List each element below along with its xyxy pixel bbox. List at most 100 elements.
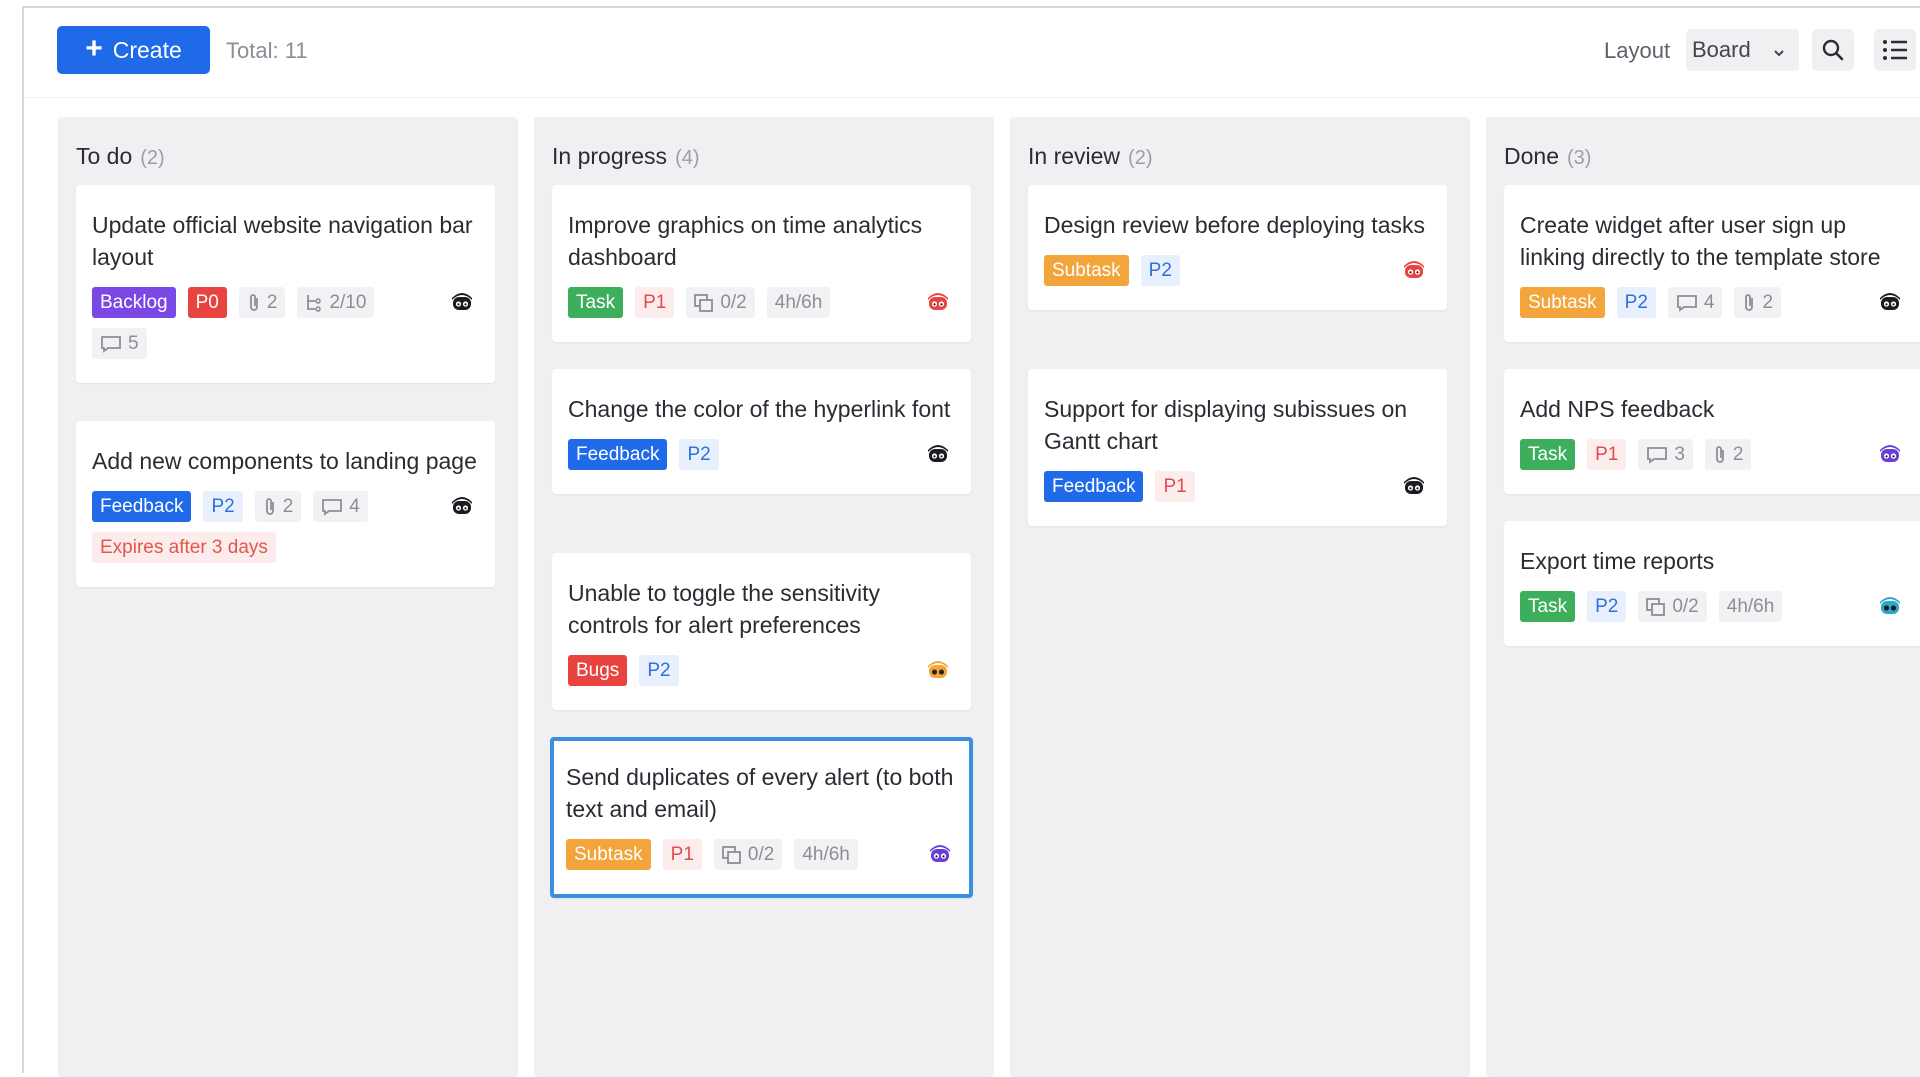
column-title: In progress <box>552 143 668 169</box>
task-tag: Task <box>1520 439 1576 470</box>
task-card[interactable]: Unable to toggle the sensitivity control… <box>552 553 971 710</box>
p1-tag: P1 <box>662 839 702 870</box>
tag-label: 2 <box>1762 292 1774 313</box>
kanban-board: To do (2) Update official website navigati… <box>40 117 1920 1077</box>
column-header: In progress (4) <box>552 143 700 170</box>
tag-label: Feedback <box>1052 476 1136 497</box>
tag-label: 4h/6h <box>774 292 823 313</box>
feedback-tag: Feedback <box>568 439 668 470</box>
tag-label: P1 <box>643 292 667 313</box>
tag-label: Feedback <box>576 444 660 465</box>
tag-label: P1 <box>670 844 694 865</box>
feedback-tag: Feedback <box>92 491 192 522</box>
tag-label: Task <box>1528 596 1568 617</box>
attachment-count: 2 <box>1734 287 1782 318</box>
attachment-icon <box>1742 293 1756 313</box>
p2-tag: P2 <box>639 655 679 686</box>
task-card[interactable]: Add new components to landing page Feedba… <box>76 421 495 587</box>
card-title: Send duplicates of every alert (to both … <box>566 764 954 822</box>
search-button[interactable] <box>1812 29 1854 71</box>
card-tags: Backlog P0 2 2/10 5 <box>92 287 479 359</box>
column-to-do: To do (2) Update official website navigati… <box>58 117 518 1077</box>
tag-label: 2 <box>282 496 294 517</box>
assignee-avatar[interactable] <box>925 657 951 683</box>
time-estimate: 4h/6h <box>1718 591 1783 622</box>
comment-icon <box>100 335 122 353</box>
task-card[interactable]: Design review before deploying tasks Subt… <box>1028 185 1447 310</box>
comment-icon <box>321 498 343 516</box>
card-title: Add new components to landing page <box>92 448 477 474</box>
tag-label: P2 <box>687 444 711 465</box>
tag-label: P2 <box>1595 596 1619 617</box>
tag-label: 4 <box>349 496 360 517</box>
card-title: Unable to toggle the sensitivity control… <box>568 580 880 638</box>
copy-count: 0/2 <box>686 287 755 318</box>
task-card[interactable]: Support for displaying subissues on Gant… <box>1028 369 1447 526</box>
column-count: (2) <box>1128 147 1153 169</box>
attachment-count: 2 <box>1704 439 1752 470</box>
task-card[interactable]: Export time reports Task P2 0/2 4h/6h <box>1504 521 1920 646</box>
task-card[interactable]: Send duplicates of every alert (to both … <box>550 737 973 898</box>
copy-icon <box>1646 597 1666 616</box>
tag-label: P2 <box>1624 292 1648 313</box>
p2-tag: P2 <box>1587 591 1627 622</box>
tag-label: 4 <box>1703 292 1715 313</box>
card-title: Improve graphics on time analytics dashb… <box>568 212 923 270</box>
backlog-tag: Backlog <box>92 287 176 318</box>
p1-tag: P1 <box>1155 471 1195 502</box>
card-tags: Bugs P2 <box>568 655 955 686</box>
task-card[interactable]: Update official website navigation bar l… <box>76 185 495 383</box>
layout-select-value: Board <box>1692 37 1751 62</box>
feedback-tag: Feedback <box>1044 471 1144 502</box>
subtask-tag: Subtask <box>1520 287 1605 318</box>
tag-label: Task <box>1528 444 1568 465</box>
task-card[interactable]: Change the color of the hyperlink font Fe… <box>552 369 971 494</box>
app-frame: + Create Total: 11 Layout Board To do (2)… <box>22 6 1920 1077</box>
assignee-avatar[interactable] <box>449 289 475 315</box>
assignee-avatar[interactable] <box>927 841 953 867</box>
card-tags: Subtask P1 0/2 4h/6h <box>566 839 957 870</box>
assignee-avatar[interactable] <box>1877 593 1903 619</box>
card-title: Export time reports <box>1520 548 1715 574</box>
card-title: Change the color of the hyperlink font <box>568 396 951 422</box>
assignee-avatar[interactable] <box>1877 441 1903 467</box>
tag-label: Feedback <box>100 496 184 517</box>
card-tags: Feedback P2 2 4 Expires after 3 days <box>92 491 479 563</box>
attachment-icon <box>247 293 261 313</box>
attachment-count: 2 <box>254 491 302 522</box>
comment-icon <box>1676 294 1698 312</box>
task-card[interactable]: Add NPS feedback Task P1 3 2 <box>1504 369 1920 494</box>
attachment-icon <box>263 497 277 517</box>
subtask-tree-count: 2/10 <box>297 287 375 318</box>
task-card[interactable]: Create widget after user sign up linking… <box>1504 185 1920 342</box>
assignee-avatar[interactable] <box>1401 257 1427 283</box>
tag-label: 0/2 <box>720 292 747 313</box>
tag-label: 4h/6h <box>1726 596 1775 617</box>
tag-label: P2 <box>211 496 235 517</box>
create-button[interactable]: + Create <box>57 26 210 74</box>
comment-icon <box>1646 446 1668 464</box>
column-title: Done <box>1504 143 1559 169</box>
column-count: (3) <box>1566 147 1592 169</box>
tag-label: P0 <box>195 292 219 313</box>
assignee-avatar[interactable] <box>1401 473 1427 499</box>
tag-label: P1 <box>1595 444 1619 465</box>
column-header: To do (2) <box>76 143 165 170</box>
column-header: Done (3) <box>1504 143 1591 170</box>
tag-label: 2 <box>1732 444 1744 465</box>
list-view-button[interactable] <box>1874 29 1916 71</box>
p2-tag: P2 <box>203 491 243 522</box>
assignee-avatar[interactable] <box>925 441 951 467</box>
card-title: Design review before deploying tasks <box>1044 212 1425 238</box>
assignee-avatar[interactable] <box>449 493 475 519</box>
task-tag: Task <box>568 287 624 318</box>
toolbar: + Create Total: 11 Layout Board <box>24 8 1920 98</box>
column-title: In review <box>1028 143 1121 169</box>
tag-label: 0/2 <box>747 844 775 865</box>
assignee-avatar[interactable] <box>1877 289 1903 315</box>
task-card[interactable]: Improve graphics on time analytics dashb… <box>552 185 971 342</box>
attachment-count: 2 <box>238 287 286 318</box>
column-count: (2) <box>140 147 165 169</box>
assignee-avatar[interactable] <box>925 289 951 315</box>
layout-select[interactable]: Board <box>1686 29 1799 71</box>
